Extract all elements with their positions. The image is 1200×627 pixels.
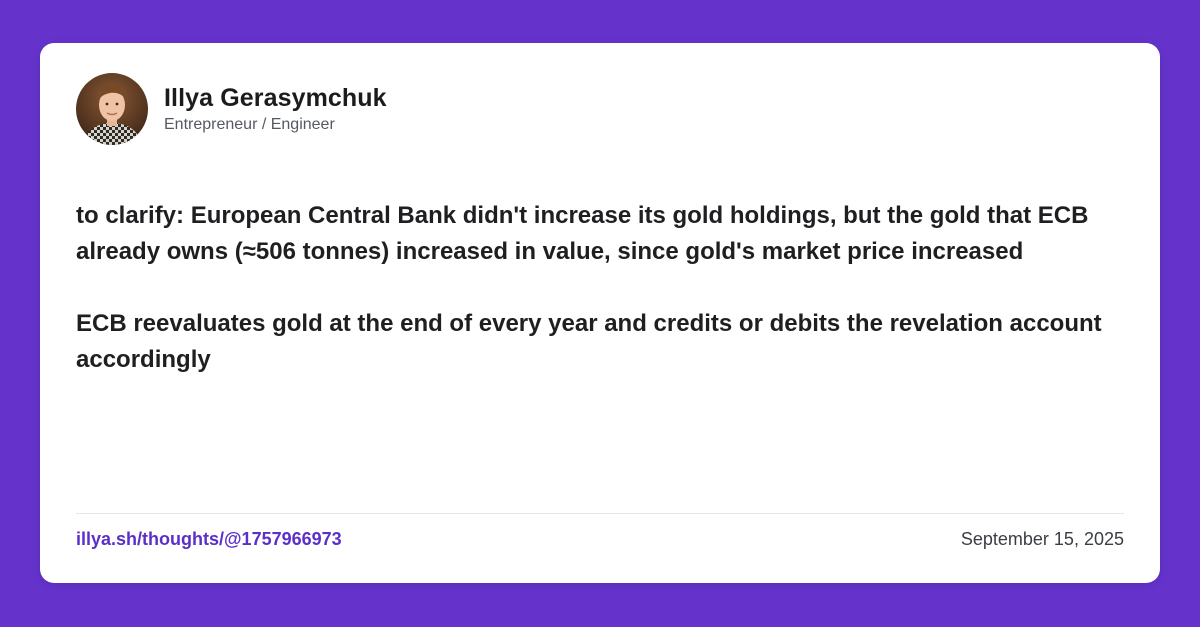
post-footer: illya.sh/thoughts/@1757966973 September … (76, 529, 1124, 550)
post-paragraph-1: to clarify: European Central Bank didn't… (76, 202, 1089, 265)
post-date: September 15, 2025 (960, 529, 1124, 549)
author-name[interactable]: Illya Gerasymchuk (164, 83, 387, 113)
profile-photo-icon (76, 73, 148, 145)
author-identity: Illya Gerasymchuk Entrepreneur / Enginee… (164, 83, 387, 136)
author-title: Entrepreneur / Engineer (164, 115, 335, 133)
post-card: Illya Gerasymchuk Entrepreneur / Enginee… (40, 43, 1160, 583)
post-header: Illya Gerasymchuk Entrepreneur / Enginee… (76, 73, 387, 145)
post-body: to clarify: European Central Bank didn't… (76, 198, 1106, 378)
post-permalink[interactable]: illya.sh/thoughts/@1757966973 (76, 529, 342, 550)
post-paragraph-2: ECB reevaluates gold at the end of every… (76, 310, 1102, 373)
avatar[interactable] (76, 73, 148, 145)
footer-divider (76, 513, 1124, 514)
